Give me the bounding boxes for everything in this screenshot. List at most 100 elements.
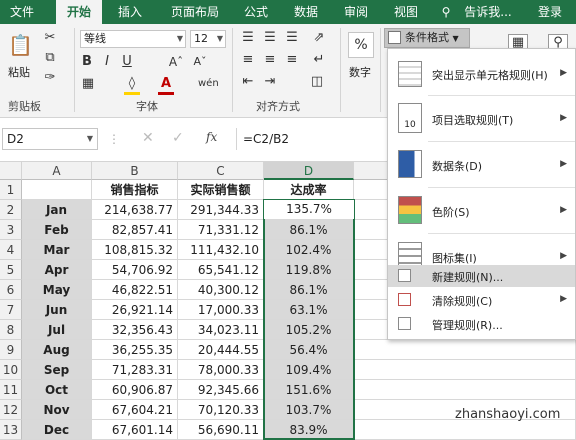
tab-home[interactable]: 开始 xyxy=(56,0,102,24)
cell[interactable]: 实际销售额 xyxy=(178,180,264,200)
row-header[interactable]: 4 xyxy=(0,240,22,260)
cell[interactable]: Aug xyxy=(22,340,92,360)
cell[interactable]: Jul xyxy=(22,320,92,340)
wrap-text-icon[interactable]: ↵ xyxy=(310,52,328,68)
align-left-icon[interactable]: ≡ xyxy=(240,52,256,68)
tab-page-layout[interactable]: 页面布局 xyxy=(162,0,228,24)
sign-in-link[interactable]: 登录 xyxy=(530,0,570,24)
name-box[interactable]: D2 ▼ xyxy=(2,128,98,150)
cancel-icon[interactable]: ✕ xyxy=(142,130,154,146)
empty-cells[interactable] xyxy=(354,340,576,360)
cell[interactable]: 60,906.87 xyxy=(92,380,178,400)
cell[interactable]: 71,331.12 xyxy=(178,220,264,240)
cell[interactable]: 92,345.66 xyxy=(178,380,264,400)
cell[interactable]: 102.4% xyxy=(264,240,354,260)
cell[interactable]: 83.9% xyxy=(264,420,354,440)
cell[interactable]: 78,000.33 xyxy=(178,360,264,380)
align-bottom-icon[interactable]: ☰ xyxy=(284,30,300,46)
menu-item-new-rule[interactable]: 新建规则(N)... xyxy=(388,265,575,287)
cell[interactable]: 54,706.92 xyxy=(92,260,178,280)
cell[interactable]: Apr xyxy=(22,260,92,280)
decrease-indent-icon[interactable]: ⇤ xyxy=(240,74,256,90)
cell[interactable]: 291,344.33 xyxy=(178,200,264,220)
merge-icon[interactable]: ◫ xyxy=(306,74,328,90)
cell[interactable]: 达成率 xyxy=(264,180,354,200)
menu-item-data-bars[interactable]: 数据条(D) ▶ xyxy=(388,145,575,185)
cell[interactable]: 67,604.21 xyxy=(92,400,178,420)
cell[interactable]: 63.1% xyxy=(264,300,354,320)
empty-cells[interactable] xyxy=(354,380,576,400)
tab-data[interactable]: 数据 xyxy=(286,0,326,24)
conditional-format-button[interactable]: 条件格式 ▼ xyxy=(384,28,470,48)
font-size-combo[interactable]: 12 ▼ xyxy=(190,30,226,48)
italic-icon[interactable]: I xyxy=(100,54,114,70)
paste-button[interactable]: 粘贴 xyxy=(8,64,30,80)
cell[interactable]: 36,255.35 xyxy=(92,340,178,360)
cell[interactable]: 20,444.55 xyxy=(178,340,264,360)
cell[interactable]: Nov xyxy=(22,400,92,420)
fill-color-icon[interactable]: ◊ xyxy=(124,76,140,95)
format-painter-icon[interactable]: ✑ xyxy=(42,70,58,86)
menu-item-clear-rules[interactable]: 清除规则(C) ▶ xyxy=(388,289,575,311)
cell[interactable]: 26,921.14 xyxy=(92,300,178,320)
cell[interactable]: 109.4% xyxy=(264,360,354,380)
cell[interactable]: 151.6% xyxy=(264,380,354,400)
cell[interactable]: Oct xyxy=(22,380,92,400)
cell[interactable]: 56,690.11 xyxy=(178,420,264,440)
cell[interactable]: 67,601.14 xyxy=(92,420,178,440)
formula-input[interactable]: =C2/B2 xyxy=(236,128,386,150)
row-header[interactable]: 10 xyxy=(0,360,22,380)
cell[interactable]: 82,857.41 xyxy=(92,220,178,240)
cell[interactable]: 17,000.33 xyxy=(178,300,264,320)
cell[interactable]: 70,120.33 xyxy=(178,400,264,420)
cell[interactable]: 119.8% xyxy=(264,260,354,280)
cell[interactable]: 103.7% xyxy=(264,400,354,420)
row-header[interactable]: 12 xyxy=(0,400,22,420)
tab-file[interactable]: 文件 xyxy=(2,0,42,24)
grow-font-icon[interactable]: Aˆ xyxy=(168,54,184,70)
row-header[interactable]: 13 xyxy=(0,420,22,440)
tell-me-box[interactable]: 告诉我... xyxy=(456,0,520,24)
cell[interactable]: Dec xyxy=(22,420,92,440)
font-name-combo[interactable]: 等线 ▼ xyxy=(80,30,186,48)
cell[interactable]: Jan xyxy=(22,200,92,220)
column-header-c[interactable]: C xyxy=(178,162,264,180)
cell[interactable]: 108,815.32 xyxy=(92,240,178,260)
active-cell[interactable]: 135.7% xyxy=(264,200,354,219)
row-header[interactable]: 7 xyxy=(0,300,22,320)
row-header[interactable]: 2 xyxy=(0,200,22,220)
align-middle-icon[interactable]: ☰ xyxy=(262,30,278,46)
enter-icon[interactable]: ✓ xyxy=(172,130,184,146)
cell[interactable]: Mar xyxy=(22,240,92,260)
cell[interactable]: 86.1% xyxy=(264,220,354,240)
select-all-corner[interactable] xyxy=(0,162,22,180)
cell[interactable]: 56.4% xyxy=(264,340,354,360)
cell[interactable]: 34,023.11 xyxy=(178,320,264,340)
menu-item-top-bottom-rules[interactable]: 10 项目选取规则(T) ▶ xyxy=(388,99,575,139)
font-color-icon[interactable]: A xyxy=(158,76,174,95)
cell[interactable]: Feb xyxy=(22,220,92,240)
row-header[interactable]: 8 xyxy=(0,320,22,340)
tab-formulas[interactable]: 公式 xyxy=(236,0,276,24)
cell[interactable]: 65,541.12 xyxy=(178,260,264,280)
tab-view[interactable]: 视图 xyxy=(386,0,426,24)
bold-icon[interactable]: B xyxy=(80,54,94,70)
cell[interactable]: 86.1% xyxy=(264,280,354,300)
phonetic-icon[interactable]: wén xyxy=(198,76,219,92)
insert-function-icon[interactable]: fx xyxy=(206,130,217,144)
column-header-d[interactable]: D xyxy=(264,162,354,180)
tab-review[interactable]: 审阅 xyxy=(336,0,376,24)
cell[interactable]: 71,283.31 xyxy=(92,360,178,380)
cell[interactable]: Jun xyxy=(22,300,92,320)
column-header-b[interactable]: B xyxy=(92,162,178,180)
row-header[interactable]: 3 xyxy=(0,220,22,240)
cell[interactable]: 32,356.43 xyxy=(92,320,178,340)
copy-icon[interactable]: ⧉ xyxy=(42,50,58,66)
cell[interactable]: 46,822.51 xyxy=(92,280,178,300)
row-header[interactable]: 11 xyxy=(0,380,22,400)
cell[interactable]: 销售指标 xyxy=(92,180,178,200)
clipboard-icon[interactable]: 📋 xyxy=(8,32,33,58)
cell[interactable]: May xyxy=(22,280,92,300)
orientation-icon[interactable]: ⇗ xyxy=(310,30,328,46)
scissors-icon[interactable]: ✂ xyxy=(42,30,58,46)
